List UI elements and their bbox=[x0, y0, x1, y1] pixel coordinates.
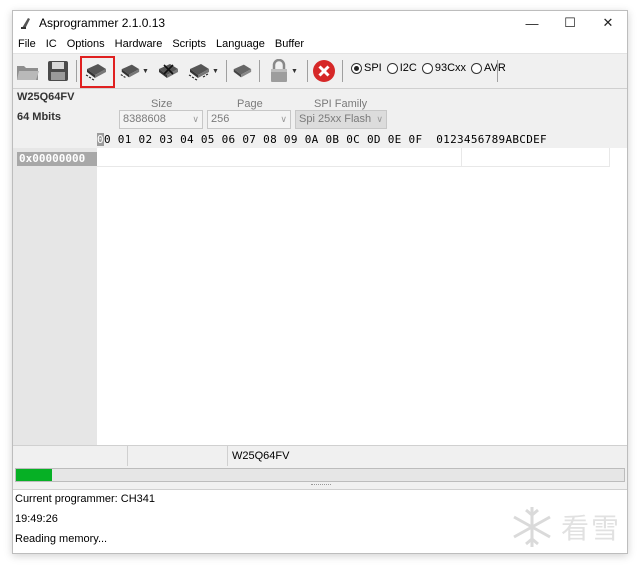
log-panel: Current programmer: CH341 19:49:26 Readi… bbox=[13, 489, 627, 553]
toolbar-separator bbox=[226, 60, 227, 82]
open-file-icon[interactable] bbox=[15, 58, 41, 84]
verify-chip-icon[interactable]: ▼ bbox=[185, 58, 221, 84]
menu-scripts[interactable]: Scripts bbox=[167, 38, 211, 50]
page-select[interactable]: 256 ∨ bbox=[207, 110, 291, 129]
menu-language[interactable]: Language bbox=[211, 38, 270, 50]
radio-93cxx[interactable]: 93Cxx bbox=[421, 62, 467, 74]
highlight-box bbox=[80, 56, 115, 88]
snowflake-icon bbox=[513, 507, 551, 547]
maximize-button[interactable]: ☐ bbox=[551, 11, 589, 35]
close-button[interactable]: ✕ bbox=[589, 11, 627, 35]
radio-spi-label: SPI bbox=[364, 62, 382, 74]
menu-hardware[interactable]: Hardware bbox=[110, 38, 168, 50]
toolbar-separator bbox=[342, 60, 343, 82]
chevron-down-icon[interactable]: ▼ bbox=[212, 68, 219, 75]
toolbar-separator bbox=[307, 60, 308, 82]
hex-cursor: 0 bbox=[97, 133, 104, 146]
hex-editor[interactable] bbox=[97, 148, 627, 445]
stop-icon[interactable] bbox=[311, 58, 337, 84]
hex-column-divider bbox=[461, 148, 462, 167]
radio-i2c-label: I2C bbox=[399, 62, 417, 74]
status-bar: W25Q64FV bbox=[13, 445, 627, 466]
log-line: Current programmer: CH341 bbox=[15, 493, 155, 505]
minimize-button[interactable]: — bbox=[513, 11, 551, 35]
radio-i2c[interactable]: I2C bbox=[386, 62, 417, 74]
chevron-down-icon: ∨ bbox=[376, 114, 383, 124]
radio-93cxx-button[interactable] bbox=[421, 62, 433, 74]
radio-avr[interactable]: AVR bbox=[471, 62, 506, 74]
chip-capacity: 64 Mbits bbox=[17, 111, 62, 123]
write-chip-icon[interactable]: ▼ bbox=[117, 58, 151, 84]
menu-file[interactable]: File bbox=[13, 38, 41, 50]
radio-avr-button[interactable] bbox=[471, 62, 483, 74]
chip-name: W25Q64FV bbox=[17, 91, 75, 103]
menu-options[interactable]: Options bbox=[62, 38, 110, 50]
address-column bbox=[13, 148, 97, 445]
family-label: SPI Family bbox=[314, 98, 368, 110]
app-icon bbox=[21, 18, 30, 29]
status-panel bbox=[13, 446, 128, 466]
chevron-down-icon: ∨ bbox=[280, 114, 287, 124]
family-value: Spi 25xx Flash bbox=[299, 113, 372, 125]
size-label: Size bbox=[151, 98, 173, 110]
radio-i2c-button[interactable] bbox=[386, 62, 398, 74]
page-value: 256 bbox=[211, 113, 230, 125]
watermark-text: 看雪 bbox=[560, 512, 621, 545]
lock-icon[interactable]: ▼ bbox=[263, 58, 303, 84]
log-line: Reading memory... bbox=[15, 533, 108, 545]
hex-row-divider bbox=[97, 166, 609, 167]
size-select[interactable]: 8388608 ∨ bbox=[119, 110, 203, 129]
chevron-down-icon: ∨ bbox=[192, 114, 199, 124]
app-window: Asprogrammer 2.1.0.13 — ☐ ✕ File IC Opti… bbox=[12, 10, 628, 554]
toolbar-separator bbox=[497, 60, 498, 82]
log-line: 19:49:26 bbox=[15, 513, 58, 525]
title-bar: Asprogrammer 2.1.0.13 — ☐ ✕ bbox=[13, 11, 627, 35]
toolbar-separator bbox=[259, 60, 260, 82]
splitter-handle[interactable] bbox=[311, 484, 331, 488]
progress-fill bbox=[16, 469, 53, 481]
page-label: Page bbox=[237, 98, 263, 110]
menu-bar: File IC Options Hardware Scripts Languag… bbox=[13, 35, 627, 53]
protocol-selector: SPI I2C 93Cxx AVR bbox=[351, 62, 509, 74]
window-title: Asprogrammer 2.1.0.13 bbox=[39, 16, 166, 30]
radio-avr-label: AVR bbox=[484, 62, 506, 74]
size-value: 8388608 bbox=[123, 113, 166, 125]
menu-buffer[interactable]: Buffer bbox=[270, 38, 309, 50]
radio-spi-button[interactable] bbox=[351, 62, 362, 74]
menu-ic[interactable]: IC bbox=[41, 38, 62, 50]
status-panel bbox=[128, 446, 228, 466]
progress-bar bbox=[15, 468, 625, 482]
chip-id-icon[interactable] bbox=[229, 58, 255, 84]
hex-column-divider bbox=[609, 148, 610, 167]
status-chip-name: W25Q64FV bbox=[232, 450, 290, 462]
radio-spi[interactable]: SPI bbox=[351, 62, 382, 74]
erase-chip-icon[interactable] bbox=[155, 58, 181, 84]
chevron-down-icon[interactable]: ▼ bbox=[142, 68, 149, 75]
address-cell[interactable]: 0x00000000 bbox=[17, 152, 97, 166]
watermark: 看雪 bbox=[509, 504, 621, 550]
toolbar-separator bbox=[76, 60, 77, 82]
hex-header-columns: 0 01 02 03 04 05 06 07 08 09 0A 0B 0C 0D… bbox=[103, 133, 547, 146]
radio-93cxx-label: 93Cxx bbox=[434, 62, 467, 74]
family-select[interactable]: Spi 25xx Flash ∨ bbox=[295, 110, 387, 129]
hex-column-header: 00 01 02 03 04 05 06 07 08 09 0A 0B 0C 0… bbox=[97, 133, 627, 147]
save-icon[interactable] bbox=[45, 58, 71, 84]
chevron-down-icon[interactable]: ▼ bbox=[291, 68, 298, 75]
